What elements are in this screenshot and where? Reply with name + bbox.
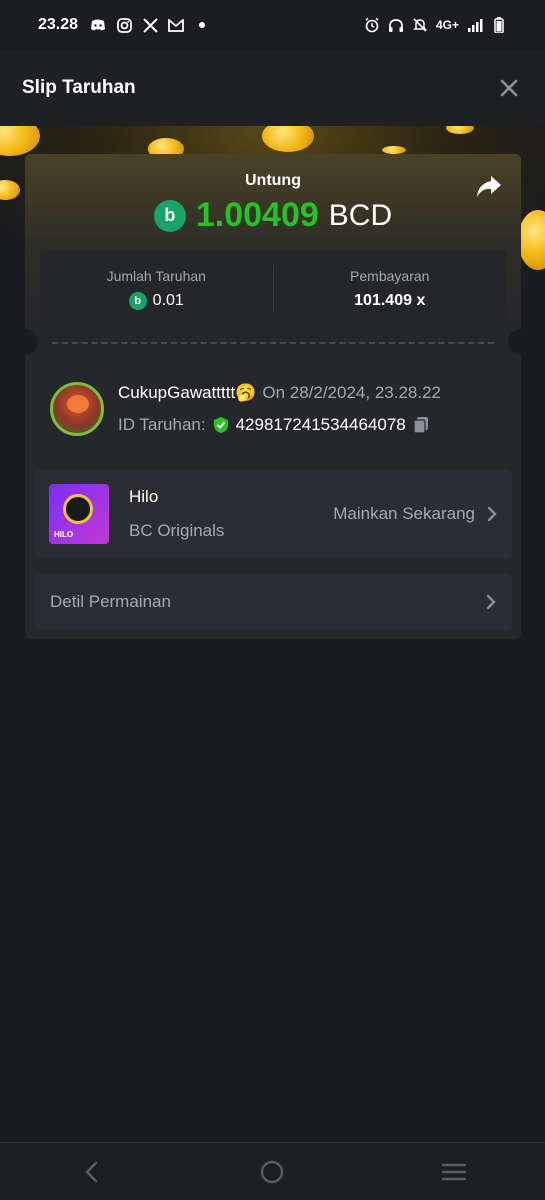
share-icon bbox=[477, 176, 501, 197]
page-title: Slip Taruhan bbox=[22, 77, 136, 98]
username[interactable]: CukupGawattttt🥱 bbox=[118, 383, 256, 403]
avatar[interactable] bbox=[50, 382, 104, 436]
profit-label: Untung bbox=[245, 172, 301, 189]
recents-button[interactable] bbox=[439, 1157, 469, 1187]
game-provider: BC Originals bbox=[129, 521, 225, 540]
verified-shield-icon bbox=[212, 416, 230, 434]
coin-decoration bbox=[0, 180, 20, 200]
profit-amount: 1.00409 bbox=[195, 196, 319, 234]
coin-decoration bbox=[262, 126, 314, 152]
profit-currency: BCD bbox=[328, 198, 393, 232]
bet-id-value: 429817241534464078 bbox=[235, 415, 406, 434]
game-thumbnail: HILO bbox=[49, 484, 109, 544]
x-icon bbox=[142, 17, 158, 33]
game-details-row[interactable]: Detil Permainan bbox=[34, 574, 512, 630]
back-icon bbox=[85, 1161, 98, 1182]
mail-icon bbox=[168, 17, 184, 33]
user-info: CukupGawattttt🥱 On 28/2/2024, 23.28.22 I… bbox=[118, 383, 441, 435]
status-time: 23.28 bbox=[38, 16, 79, 33]
bcd-coin-icon: b bbox=[128, 292, 147, 310]
game-row[interactable]: HILO Hilo BC Originals Mainkan Sekarang bbox=[34, 470, 512, 558]
status-bar: 23.28 4G+ bbox=[0, 0, 545, 50]
play-now-label: Mainkan Sekarang bbox=[333, 504, 475, 523]
network-type: 4G+ bbox=[435, 18, 459, 32]
coin-decoration bbox=[518, 210, 545, 270]
chevron-right-icon bbox=[487, 506, 497, 522]
payout-value: 101.409 x bbox=[354, 292, 426, 309]
bet-id-label: ID Taruhan: bbox=[118, 415, 206, 434]
bet-date: On 28/2/2024, 23.28.22 bbox=[262, 383, 441, 402]
instagram-icon bbox=[116, 17, 132, 33]
dashed-divider bbox=[52, 342, 494, 344]
payout-label: Pembayaran bbox=[350, 268, 430, 284]
discord-icon bbox=[90, 17, 106, 33]
bet-amount-stat: Jumlah Taruhan b 0.01 bbox=[40, 251, 273, 327]
bet-stats: Jumlah Taruhan b 0.01 Pembayaran 101.409… bbox=[40, 251, 506, 327]
coin-decoration bbox=[382, 146, 406, 154]
game-info: Hilo BC Originals bbox=[129, 487, 224, 541]
system-nav-bar bbox=[0, 1142, 545, 1200]
home-button[interactable] bbox=[257, 1157, 287, 1187]
close-button[interactable] bbox=[495, 74, 523, 102]
game-name: Hilo bbox=[129, 487, 159, 506]
user-line: CukupGawattttt🥱 On 28/2/2024, 23.28.22 bbox=[118, 383, 441, 403]
bet-amount-value-row: b 0.01 bbox=[128, 292, 184, 310]
coin-decoration bbox=[0, 126, 40, 156]
signal-icon bbox=[467, 17, 483, 33]
bcd-coin-icon: b bbox=[153, 199, 186, 232]
chevron-right-icon bbox=[486, 594, 496, 610]
mute-icon bbox=[412, 17, 428, 33]
profit-row: b 1.00409 BCD bbox=[25, 196, 521, 235]
ticket-notch bbox=[12, 329, 38, 355]
user-row: CukupGawattttt🥱 On 28/2/2024, 23.28.22 I… bbox=[50, 382, 441, 436]
bet-amount-label: Jumlah Taruhan bbox=[106, 268, 206, 284]
home-icon bbox=[261, 1160, 284, 1183]
payout-stat: Pembayaran 101.409 x bbox=[274, 251, 507, 327]
bet-slip-card: Untung b 1.00409 BCD Jumlah Taruhan b 0.… bbox=[12, 154, 534, 639]
back-button[interactable] bbox=[76, 1157, 106, 1187]
play-now-button[interactable]: Mainkan Sekarang bbox=[333, 504, 497, 524]
bet-id-line: ID Taruhan: 429817241534464078 bbox=[118, 415, 441, 435]
copy-button[interactable] bbox=[412, 416, 430, 434]
headphones-icon bbox=[388, 17, 404, 33]
game-details-label: Detil Permainan bbox=[50, 592, 171, 611]
battery-icon bbox=[491, 17, 507, 33]
share-button[interactable] bbox=[475, 174, 503, 202]
bet-amount-value: 0.01 bbox=[152, 292, 184, 309]
game-thumb-tag: HILO bbox=[54, 530, 74, 539]
ticket-notch bbox=[508, 329, 534, 355]
dot-icon bbox=[194, 17, 210, 33]
disc-icon bbox=[63, 494, 93, 524]
coin-decoration bbox=[446, 126, 474, 134]
notification-icons bbox=[90, 17, 210, 33]
close-icon bbox=[500, 79, 518, 97]
system-icons: 4G+ bbox=[364, 17, 507, 33]
menu-icon bbox=[442, 1163, 467, 1180]
copy-icon bbox=[413, 417, 428, 434]
alarm-icon bbox=[364, 17, 380, 33]
modal-header: Slip Taruhan bbox=[0, 50, 545, 126]
